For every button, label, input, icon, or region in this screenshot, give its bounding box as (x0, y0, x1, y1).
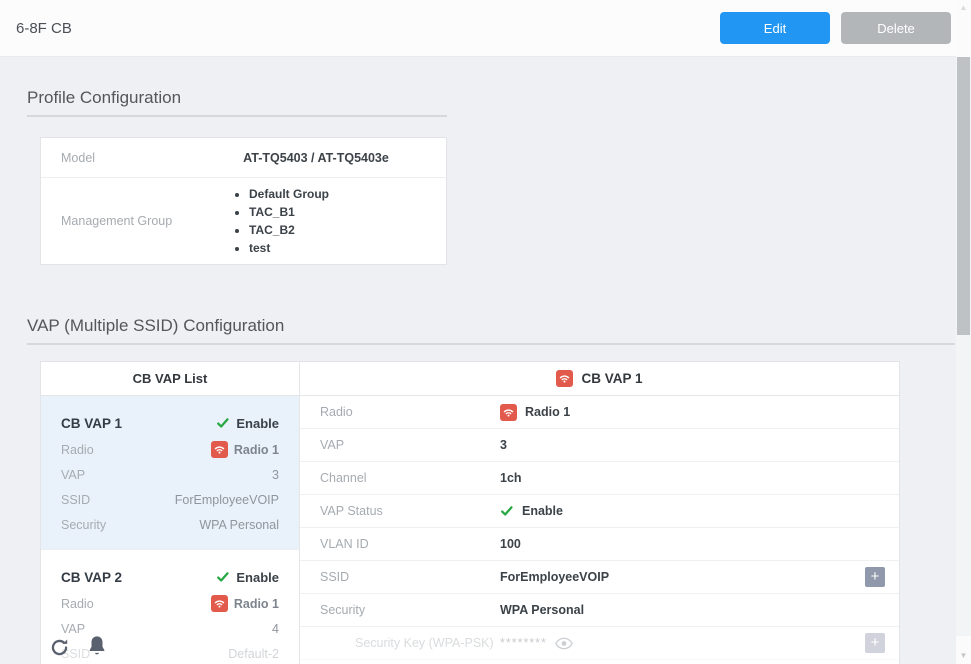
detail-row-vap: VAP 3 (300, 429, 899, 462)
vap-card-name: CB VAP 1 (61, 416, 122, 431)
status-badge: Enable (216, 416, 279, 431)
radio-label: Radio (61, 443, 94, 457)
plus-icon: + (871, 634, 880, 651)
management-group-list: Default Group TAC_B1 TAC_B2 test (186, 185, 446, 257)
edit-button[interactable]: Edit (720, 12, 830, 44)
section-divider (27, 115, 447, 117)
vap-table: CB VAP List CB VAP 1 Enable Radio (40, 361, 900, 664)
status-text: Enable (236, 416, 279, 431)
list-item: TAC_B1 (249, 203, 446, 221)
ssid-value: ForEmployeeVOIP (175, 493, 279, 507)
status-text: Enable (236, 570, 279, 585)
vap-section-title: VAP (Multiple SSID) Configuration (27, 316, 284, 336)
security-value: WPA Personal (199, 518, 279, 532)
list-item: test (249, 239, 446, 257)
detail-row-vap-status: VAP Status Enable (300, 495, 899, 528)
vap-list-header: CB VAP List (41, 362, 299, 396)
profile-detail-page: 6-8F CB Edit Delete Profile Configuratio… (0, 0, 971, 664)
detail-row-vlan-id: VLAN ID 100 (300, 528, 899, 561)
ssid-value: Default-2 (228, 647, 279, 661)
detail-row-radio: Radio Radio 1 (300, 396, 899, 429)
scrollbar-thumb[interactable] (957, 57, 970, 335)
top-bar: 6-8F CB Edit Delete (0, 0, 956, 57)
scrollbar-up-icon[interactable]: ▲ (956, 3, 971, 12)
page-title: 6-8F CB (16, 20, 72, 37)
bell-icon (86, 646, 108, 661)
refresh-button[interactable] (49, 637, 70, 661)
profile-section-title: Profile Configuration (27, 88, 181, 108)
section-divider (27, 343, 955, 345)
profile-table: Model AT-TQ5403 / AT-TQ5403e Management … (40, 137, 447, 265)
vap-detail-panel: CB VAP 1 Radio Radio 1 VAP 3 Channel 1ch (300, 362, 899, 664)
check-icon (500, 504, 514, 518)
management-group-row: Management Group Default Group TAC_B1 TA… (41, 177, 446, 264)
vap-detail-header: CB VAP 1 (300, 362, 899, 396)
add-ssid-button[interactable]: + (865, 567, 885, 587)
add-security-key-button[interactable]: + (865, 633, 885, 653)
notifications-button[interactable] (86, 634, 108, 661)
model-value: AT-TQ5403 / AT-TQ5403e (186, 151, 446, 165)
vap-list-panel: CB VAP List CB VAP 1 Enable Radio (41, 362, 300, 664)
wifi-icon (556, 370, 573, 387)
radio-value: Radio 1 (211, 441, 279, 458)
vap-value: 4 (272, 622, 279, 636)
management-group-label: Management Group (41, 214, 186, 228)
model-row: Model AT-TQ5403 / AT-TQ5403e (41, 138, 446, 177)
detail-row-security-key: Security Key (WPA-PSK) ******** + (300, 627, 899, 660)
vap-label: VAP (61, 622, 85, 636)
plus-icon: + (871, 568, 880, 585)
vap-detail-title: CB VAP 1 (581, 371, 642, 386)
radio-label: Radio (61, 597, 94, 611)
vap-card-name: CB VAP 2 (61, 570, 122, 585)
vap-value: 3 (272, 468, 279, 482)
vap-label: VAP (61, 468, 85, 482)
delete-button[interactable]: Delete (841, 12, 951, 44)
radio-value: Radio 1 (211, 595, 279, 612)
security-key-masked: ******** (500, 636, 547, 650)
wifi-icon (211, 441, 228, 458)
scrollbar[interactable]: ▲ ▼ (956, 0, 971, 664)
detail-row-ssid: SSID ForEmployeeVOIP + (300, 561, 899, 594)
wifi-icon (211, 595, 228, 612)
show-password-icon[interactable] (555, 637, 573, 650)
check-icon (216, 570, 230, 584)
refresh-icon (49, 646, 70, 661)
security-label: Security (61, 518, 106, 532)
scrollbar-down-icon[interactable]: ▼ (956, 651, 971, 660)
detail-row-channel: Channel 1ch (300, 462, 899, 495)
status-badge: Enable (216, 570, 279, 585)
check-icon (216, 416, 230, 430)
vap-card-1[interactable]: CB VAP 1 Enable Radio Radio 1 (41, 396, 299, 549)
model-label: Model (41, 151, 186, 165)
wifi-icon (500, 404, 517, 421)
ssid-label: SSID (61, 493, 90, 507)
vap-card-2[interactable]: CB VAP 2 Enable Radio Radio 1 (41, 549, 299, 664)
list-item: Default Group (249, 185, 446, 203)
list-item: TAC_B2 (249, 221, 446, 239)
detail-row-security: Security WPA Personal (300, 594, 899, 627)
